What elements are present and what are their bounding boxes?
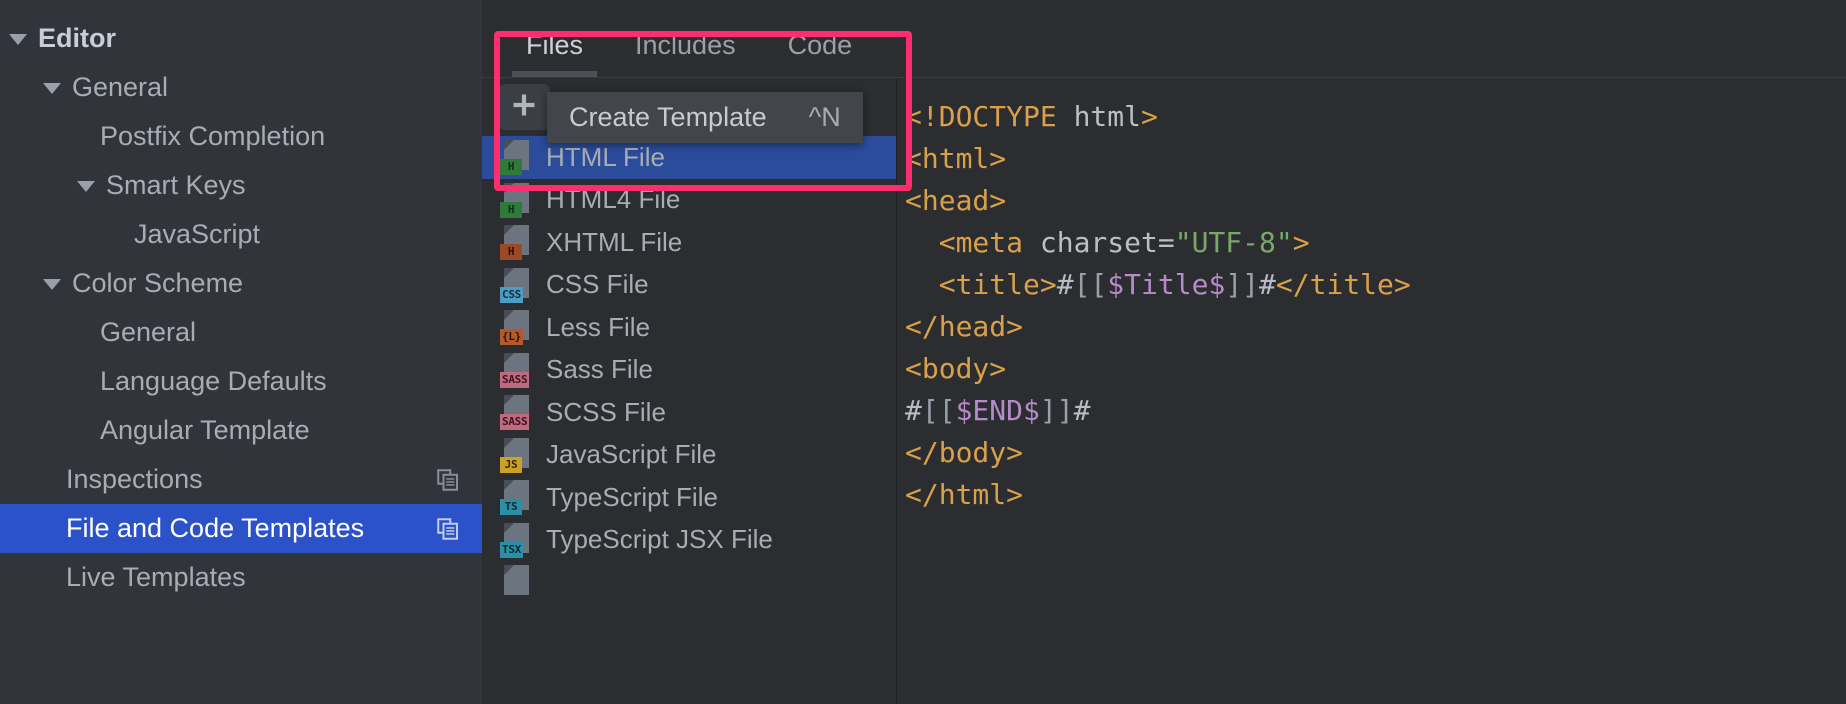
list-item-label: TypeScript JSX File <box>546 524 773 555</box>
sidebar-item-label: Smart Keys <box>106 170 246 200</box>
sidebar-item-language-defaults[interactable]: Language Defaults <box>0 357 482 406</box>
sidebar-item-label: Editor <box>38 23 116 53</box>
list-item-label: HTML File <box>546 141 665 172</box>
templates-list-pane[interactable]: H HTML File H HTML4 File H XHTML File CSS CSS F… <box>482 78 897 704</box>
sidebar-item-live-templates[interactable]: Live Templates <box>0 553 482 602</box>
chevron-down-icon[interactable] <box>74 173 100 199</box>
chevron-down-icon[interactable] <box>40 271 66 297</box>
settings-dialog: Editor General Postfix Completion Smart Key… <box>0 0 1846 704</box>
file-type-icon: TSX <box>500 522 533 558</box>
plus-icon <box>509 90 539 125</box>
file-type-icon: H <box>500 182 533 218</box>
template-code-preview[interactable]: <!DOCTYPE html> <html> <head> <meta char… <box>897 78 1846 704</box>
file-and-code-templates-pane: Files Includes Code H HTML File H HTML4 File H… <box>482 0 1846 704</box>
list-item[interactable]: SASS SCSS File <box>482 391 896 434</box>
list-item[interactable]: SASS Sass File <box>482 349 896 392</box>
list-item-label: SCSS File <box>546 396 666 427</box>
tab-includes[interactable]: Includes <box>609 30 762 77</box>
list-item-label: JavaScript File <box>546 439 717 470</box>
file-type-icon: TS <box>500 479 533 516</box>
panes-split: H HTML File H HTML4 File H XHTML File CSS CSS F… <box>482 78 1846 704</box>
add-template-button[interactable] <box>498 84 550 130</box>
list-item[interactable]: JS JavaScript File <box>482 434 896 477</box>
sidebar-item-label: General <box>72 72 169 102</box>
tab-label: Files <box>526 30 584 60</box>
list-item-label: Less File <box>546 311 651 342</box>
tab-label: Includes <box>635 30 736 60</box>
list-item[interactable]: CSS CSS File <box>482 264 896 307</box>
templates-list[interactable]: H HTML File H HTML4 File H XHTML File CSS CSS F… <box>482 136 896 604</box>
file-type-icon: {L} <box>500 309 533 346</box>
file-type-icon: JS <box>500 437 533 473</box>
list-item[interactable]: H HTML4 File <box>482 179 896 222</box>
list-item[interactable]: {L} Less File <box>482 306 896 349</box>
sidebar-item-label: Inspections <box>66 464 203 494</box>
list-item-label: TypeScript File <box>546 481 718 512</box>
list-item[interactable] <box>482 561 896 604</box>
sidebar-item-javascript[interactable]: JavaScript <box>0 210 482 259</box>
list-item[interactable]: H XHTML File <box>482 221 896 264</box>
sidebar-item-editor[interactable]: Editor <box>0 14 482 63</box>
sidebar-item-label: JavaScript <box>134 219 261 249</box>
sidebar-item-label: Language Defaults <box>100 366 327 396</box>
sidebar-item-label: Postfix Completion <box>100 121 326 151</box>
chevron-down-icon[interactable] <box>6 26 32 52</box>
chevron-down-icon[interactable] <box>40 75 66 101</box>
file-type-icon <box>500 564 533 600</box>
sidebar-item-label: File and Code Templates <box>66 513 365 543</box>
sidebar-item-label: Color Scheme <box>72 268 244 298</box>
sidebar-item-general[interactable]: General <box>0 308 482 357</box>
tab-files[interactable]: Files <box>500 30 609 77</box>
tab-bar[interactable]: Files Includes Code <box>482 0 1846 78</box>
sidebar-item-smart-keys[interactable]: Smart Keys <box>0 161 482 210</box>
list-item-label: HTML4 File <box>546 184 681 215</box>
copy-settings-icon[interactable] <box>436 468 460 492</box>
file-type-icon: SASS <box>500 394 533 431</box>
tab-code[interactable]: Code <box>762 30 879 77</box>
file-type-icon: H <box>500 139 533 176</box>
list-item-label: Sass File <box>546 354 653 385</box>
sidebar-item-label: General <box>100 317 197 347</box>
copy-settings-icon[interactable] <box>436 517 460 541</box>
tooltip-shortcut: ^N <box>808 102 841 132</box>
sidebar-item-postfix-completion[interactable]: Postfix Completion <box>0 112 482 161</box>
file-type-icon: CSS <box>500 267 533 303</box>
list-item-label: XHTML File <box>546 226 683 257</box>
sidebar-item-color-scheme[interactable]: Color Scheme <box>0 259 482 308</box>
sidebar-item-general[interactable]: General <box>0 63 482 112</box>
tab-label: Code <box>787 30 853 60</box>
file-type-icon: SASS <box>500 352 533 388</box>
sidebar-item-file-and-code-templates[interactable]: File and Code Templates <box>0 504 482 553</box>
sidebar-item-label: Live Templates <box>66 562 246 592</box>
list-item[interactable]: TS TypeScript File <box>482 476 896 519</box>
file-type-icon: H <box>500 224 533 261</box>
settings-tree-sidebar[interactable]: Editor General Postfix Completion Smart Key… <box>0 0 482 704</box>
sidebar-item-inspections[interactable]: Inspections <box>0 455 482 504</box>
list-item-label: CSS File <box>546 269 649 300</box>
sidebar-item-label: Angular Template <box>100 415 310 445</box>
tooltip-label: Create Template <box>569 102 767 132</box>
list-item[interactable]: TSX TypeScript JSX File <box>482 519 896 562</box>
code-content: <!DOCTYPE html> <html> <head> <meta char… <box>905 100 1411 511</box>
create-template-tooltip: Create Template ^N <box>547 92 863 143</box>
sidebar-item-angular-template[interactable]: Angular Template <box>0 406 482 455</box>
